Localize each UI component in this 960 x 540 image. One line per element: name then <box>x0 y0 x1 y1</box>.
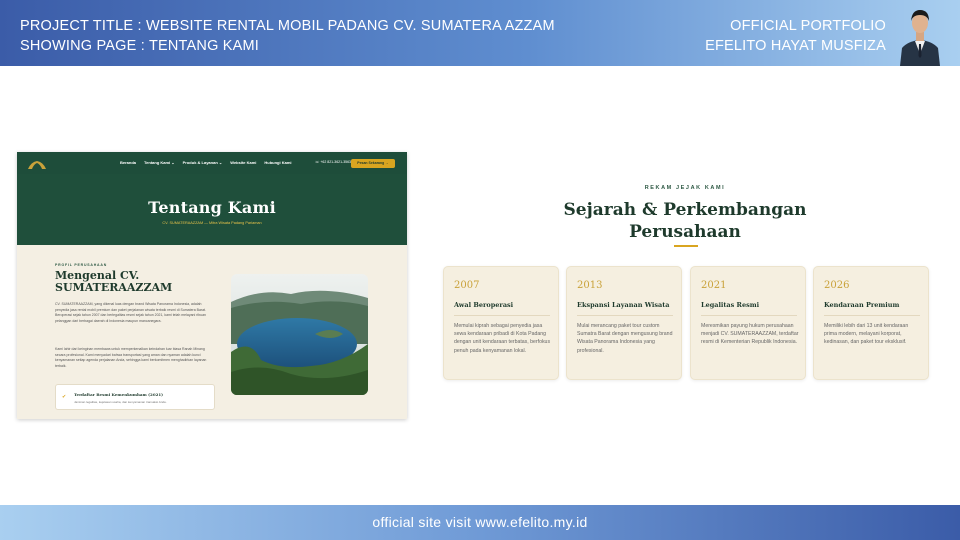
site-navbar: Beranda Tentang Kami ⌄ Produk & Layanan … <box>17 152 407 174</box>
portfolio-label: OFFICIAL PORTFOLIO <box>730 18 886 34</box>
page-hero: Tentang Kami CV. SUMATERAAZZAM — Mitra W… <box>17 174 407 245</box>
check-icon: ✔ <box>62 394 67 400</box>
title-divider <box>674 245 698 247</box>
nav-link-produk[interactable]: Produk & Layanan ⌄ <box>183 160 223 165</box>
author-info: OFFICIAL PORTFOLIO EFELITO HAYAT MUSFIZA <box>705 16 886 56</box>
card-description: Mulai merancang paket tour custom Sumatr… <box>577 323 673 354</box>
legal-badge-card: ✔ Terdaftar Resmi Kemenkumham (2021) Jam… <box>55 384 215 410</box>
nav-link-beranda[interactable]: Beranda <box>120 160 136 165</box>
card-divider <box>701 315 797 316</box>
card-year: 2026 <box>824 280 850 291</box>
author-name: EFELITO HAYAT MUSFIZA <box>705 38 886 54</box>
nav-links: Beranda Tentang Kami ⌄ Produk & Layanan … <box>120 160 292 165</box>
nav-phone[interactable]: ☏ +62 821-3621-3563 <box>315 160 351 164</box>
history-eyebrow: REKAM JEJAK KAMI <box>644 185 726 191</box>
history-title: Sejarah & Perkembangan Perusahaan <box>563 200 807 242</box>
card-title: Ekspansi Layanan Wisata <box>577 301 670 309</box>
timeline-card: 2007 Awal Beroperasi Memulai kiprah seba… <box>443 266 559 380</box>
card-title: Kendaraan Premium <box>824 301 900 309</box>
card-description: Memulai kiprah sebagai penyedia jasa sew… <box>454 323 551 354</box>
hero-subtitle: CV. SUMATERAAZZAM — Mitra Wisata Padang … <box>162 221 262 225</box>
card-year: 2007 <box>454 280 480 291</box>
website-mockup: Beranda Tentang Kami ⌄ Produk & Layanan … <box>17 152 407 419</box>
nav-link-website[interactable]: Website Kami <box>230 160 256 165</box>
nav-link-tentang[interactable]: Tentang Kami ⌄ <box>144 160 175 165</box>
about-eyebrow: PROFIL PERUSAHAAN <box>55 263 108 267</box>
lake-photo <box>231 274 368 395</box>
portfolio-footer: official site visit www.efelito.my.id <box>0 505 960 540</box>
card-divider <box>577 315 673 316</box>
nav-link-hubungi[interactable]: Hubungi Kami <box>264 160 291 165</box>
about-title: Mengenal CV. SUMATERAAZZAM <box>55 269 173 294</box>
timeline-card: 2013 Ekspansi Layanan Wisata Mulai meran… <box>566 266 682 380</box>
hero-title: Tentang Kami <box>148 198 276 217</box>
card-description: Meresmikan payung hukum perusahaan menja… <box>701 323 799 346</box>
author-avatar <box>898 4 942 66</box>
card-divider <box>824 315 920 316</box>
about-paragraph-2: Kami lahir dari keinginan membawa untuk … <box>55 347 207 368</box>
project-title: PROJECT TITLE : WEBSITE RENTAL MOBIL PAD… <box>20 18 555 34</box>
legal-badge-title: Terdaftar Resmi Kemenkumham (2021) <box>74 392 164 397</box>
portfolio-header: PROJECT TITLE : WEBSITE RENTAL MOBIL PAD… <box>0 0 960 66</box>
footer-site-link[interactable]: official site visit www.efelito.my.id <box>372 514 587 530</box>
card-year: 2021 <box>701 280 727 291</box>
site-logo-icon[interactable] <box>27 157 47 169</box>
project-info: PROJECT TITLE : WEBSITE RENTAL MOBIL PAD… <box>20 16 555 56</box>
order-now-button[interactable]: Pesan Sekarang → <box>351 159 395 168</box>
card-title: Awal Beroperasi <box>454 301 514 309</box>
about-paragraph-1: CV. SUMATERAAZZAM, yang dikenal luas den… <box>55 302 206 323</box>
card-description: Memiliki lebih dari 13 unit kendaraan pr… <box>824 323 909 346</box>
timeline-card: 2021 Legalitas Resmi Meresmikan payung h… <box>690 266 806 380</box>
timeline-card: 2026 Kendaraan Premium Memiliki lebih da… <box>813 266 929 380</box>
showing-page: SHOWING PAGE : TENTANG KAMI <box>20 38 260 54</box>
card-divider <box>454 315 550 316</box>
card-year: 2013 <box>577 280 603 291</box>
legal-badge-subtitle: Jaminan legalitas, kejelasan usaha, dan … <box>74 400 167 404</box>
card-title: Legalitas Resmi <box>701 301 760 309</box>
